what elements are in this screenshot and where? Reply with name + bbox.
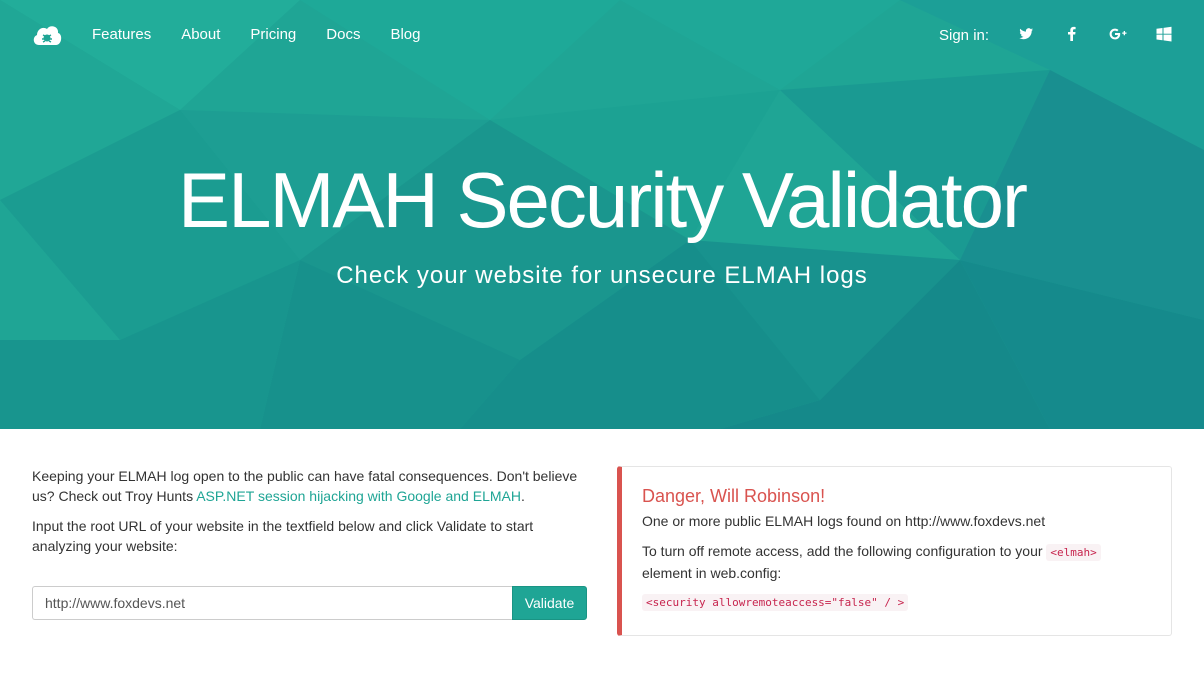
elmah-tag-code: <elmah> (1046, 544, 1101, 561)
intro-column: Keeping your ELMAH log open to the publi… (32, 466, 592, 566)
nav-links: Features About Pricing Docs Blog (92, 26, 450, 44)
intro-text-end: . (520, 488, 525, 504)
nav-link-about[interactable]: About (181, 26, 220, 44)
facebook-icon[interactable] (1062, 24, 1082, 44)
alert-found-text: One or more public ELMAH logs found on h… (642, 513, 1046, 529)
troy-hunt-article-link[interactable]: ASP.NET session hijacking with Google an… (196, 488, 521, 504)
config-text-before: To turn off remote access, add the follo… (642, 543, 1047, 559)
hero-banner: Features About Pricing Docs Blog Sign in… (0, 0, 1204, 429)
url-input[interactable] (32, 586, 512, 620)
page-subtitle: Check your website for unsecure ELMAH lo… (336, 262, 868, 289)
twitter-icon[interactable] (1016, 24, 1036, 44)
intro-paragraph: Keeping your ELMAH log open to the publi… (32, 466, 592, 506)
nav-link-features[interactable]: Features (92, 26, 151, 44)
nav-link-pricing[interactable]: Pricing (250, 26, 296, 44)
page-title: ELMAH Security Validator (178, 156, 1028, 244)
windows-icon[interactable] (1154, 24, 1174, 44)
nav-link-blog[interactable]: Blog (390, 26, 420, 44)
nav-link-docs[interactable]: Docs (326, 26, 360, 44)
validate-button[interactable]: Validate (512, 586, 587, 620)
cloud-bug-icon[interactable] (31, 21, 63, 49)
danger-alert: Danger, Will Robinson! One or more publi… (617, 466, 1172, 636)
alert-title: Danger, Will Robinson! (642, 486, 826, 506)
instructions-paragraph: Input the root URL of your website in th… (32, 518, 534, 554)
config-text-after: element in web.config: (642, 565, 782, 581)
google-plus-icon[interactable] (1108, 24, 1128, 44)
security-config-code: <security allowremoteaccess="false" / > (642, 594, 909, 611)
sign-in-label: Sign in: (939, 27, 990, 44)
validate-form: Validate (32, 586, 587, 620)
alert-config-text: To turn off remote access, add the follo… (642, 541, 1151, 583)
top-nav: Features About Pricing Docs Blog Sign in… (0, 0, 1204, 70)
